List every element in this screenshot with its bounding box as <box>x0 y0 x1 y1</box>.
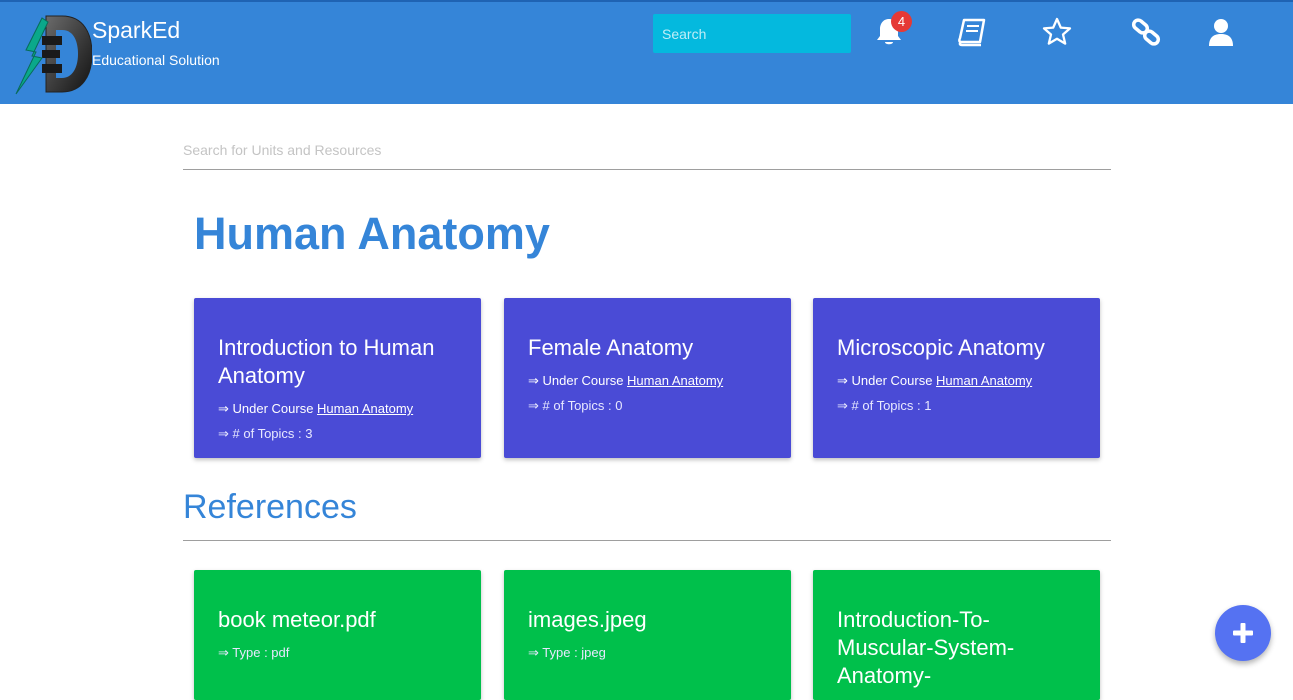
unit-card[interactable]: Microscopic Anatomy ⇒ Under Course Human… <box>813 298 1100 458</box>
section-divider <box>183 540 1111 541</box>
sparked-logo[interactable] <box>12 12 93 96</box>
unit-course-line: ⇒ Under Course Human Anatomy <box>837 368 1076 393</box>
reference-title: Introduction-To-Muscular-System-Anatomy- <box>837 607 1015 688</box>
reference-type: ⇒ Type : pdf <box>218 645 290 660</box>
unit-topics-count: ⇒ # of Topics : 1 <box>837 398 932 413</box>
unit-title: Microscopic Anatomy <box>837 335 1045 360</box>
unit-course-prefix: ⇒ Under Course <box>218 401 318 416</box>
unit-topics-count: ⇒ # of Topics : 0 <box>528 398 623 413</box>
course-link[interactable]: Human Anatomy <box>627 373 723 388</box>
user-icon[interactable] <box>1205 16 1237 48</box>
reference-card[interactable]: book meteor.pdf ⇒ Type : pdf <box>194 570 481 700</box>
top-navbar: SparkEd Educational Solution 4 <box>0 0 1293 104</box>
course-title: Human Anatomy <box>194 208 550 259</box>
unit-title: Introduction to Human Anatomy <box>218 335 435 388</box>
references-heading: References <box>183 488 357 526</box>
reference-title: book meteor.pdf <box>218 607 376 632</box>
reference-type: ⇒ Type : jpeg <box>528 645 606 660</box>
notification-badge: 4 <box>891 11 912 32</box>
unit-course-prefix: ⇒ Under Course <box>837 373 937 388</box>
unit-course-line: ⇒ Under Course Human Anatomy <box>528 368 767 393</box>
add-button[interactable] <box>1215 605 1271 661</box>
unit-search-input[interactable] <box>183 130 1111 170</box>
link-icon[interactable] <box>1130 16 1162 48</box>
reference-card[interactable]: Introduction-To-Muscular-System-Anatomy- <box>813 570 1100 700</box>
unit-topics-count: ⇒ # of Topics : 3 <box>218 426 313 441</box>
navbar-search-input[interactable] <box>653 14 851 53</box>
unit-card[interactable]: Introduction to Human Anatomy ⇒ Under Co… <box>194 298 481 458</box>
brand-title[interactable]: SparkEd <box>92 17 180 44</box>
star-icon[interactable] <box>1041 16 1073 48</box>
book-icon[interactable] <box>956 16 988 48</box>
unit-title: Female Anatomy <box>528 335 694 360</box>
unit-course-prefix: ⇒ Under Course <box>528 373 628 388</box>
brand-subtitle: Educational Solution <box>92 52 220 68</box>
unit-course-line: ⇒ Under Course Human Anatomy <box>218 396 457 421</box>
course-link[interactable]: Human Anatomy <box>317 401 413 416</box>
course-link[interactable]: Human Anatomy <box>936 373 1032 388</box>
reference-title: images.jpeg <box>528 607 647 632</box>
unit-card[interactable]: Female Anatomy ⇒ Under Course Human Anat… <box>504 298 791 458</box>
reference-card[interactable]: images.jpeg ⇒ Type : jpeg <box>504 570 791 700</box>
plus-icon <box>1233 623 1253 643</box>
